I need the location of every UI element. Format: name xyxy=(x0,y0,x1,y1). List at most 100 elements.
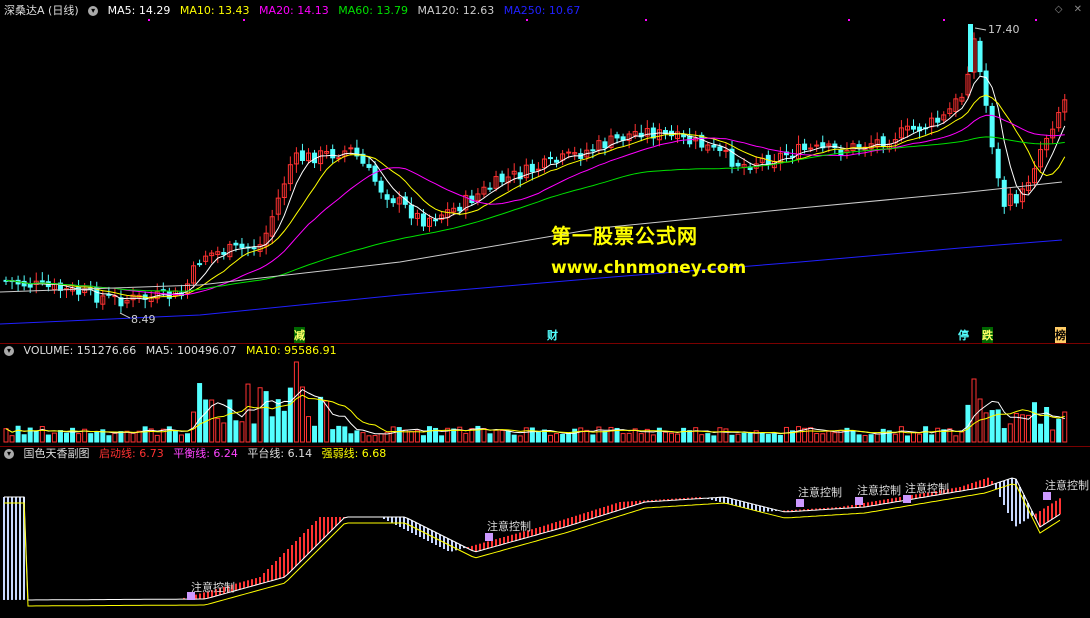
marker-dot xyxy=(848,19,850,21)
volume-bar xyxy=(711,435,717,443)
volume-bar xyxy=(463,432,469,443)
volume-bar xyxy=(874,433,880,443)
volume-bar xyxy=(94,431,100,443)
volume-bar xyxy=(856,434,862,443)
volume-bar xyxy=(529,427,535,443)
volume-bar xyxy=(342,426,348,443)
volume-bar xyxy=(662,431,668,443)
candle-body xyxy=(548,157,553,160)
volume-bar xyxy=(21,434,27,443)
volume-bar xyxy=(3,428,9,443)
event-tag-cai[interactable]: 财 xyxy=(547,327,558,343)
note-5: 注意控制 xyxy=(905,482,949,495)
event-tag-die[interactable]: 跌 xyxy=(982,327,993,343)
volume-bar xyxy=(505,430,511,443)
volume-bar xyxy=(566,433,572,443)
volume-bar xyxy=(251,423,257,443)
volume-bar xyxy=(88,433,94,443)
volume-bar xyxy=(64,432,69,443)
control-marker xyxy=(485,533,493,541)
volume-bar xyxy=(287,387,293,443)
candle-body xyxy=(239,243,245,248)
strong-line xyxy=(4,483,1061,607)
candle-body xyxy=(723,149,729,152)
volume-bar xyxy=(523,427,529,443)
ma120-line xyxy=(0,181,1063,293)
volume-bar xyxy=(336,425,342,443)
volume-bar xyxy=(693,427,699,443)
volume-ma5-line xyxy=(5,388,1065,435)
volume-bar xyxy=(626,432,632,443)
candle-body xyxy=(197,263,203,266)
price-chart[interactable] xyxy=(0,0,1090,343)
volume-bar xyxy=(917,433,923,443)
indicator-chart[interactable] xyxy=(0,447,1090,618)
volume-bar xyxy=(427,426,432,443)
volume-bar xyxy=(675,433,681,443)
candle-body xyxy=(299,150,305,161)
volume-bar xyxy=(808,427,814,443)
candle-body xyxy=(366,164,372,168)
volume-bar xyxy=(1001,428,1007,443)
volume-bar xyxy=(1050,429,1056,443)
ma250-line xyxy=(0,239,1063,325)
note-2: 注意控制 xyxy=(487,520,531,533)
candle-body xyxy=(348,147,354,150)
spike-candle xyxy=(968,24,973,72)
candle-body xyxy=(983,70,989,106)
volume-bar xyxy=(142,426,148,443)
volume-bar xyxy=(76,433,82,443)
price-pane[interactable]: 深桑达A (日线) ▾ MA5: 14.29 MA10: 13.43 MA20:… xyxy=(0,0,1090,343)
volume-bar xyxy=(281,410,287,443)
volume-bar xyxy=(765,433,771,443)
volume-chart[interactable] xyxy=(0,344,1090,446)
volume-bar xyxy=(9,435,15,443)
volume-bar xyxy=(257,387,263,443)
volume-bar xyxy=(656,427,662,443)
volume-bar xyxy=(535,430,541,443)
candle-body xyxy=(457,206,463,212)
indicator-pane[interactable]: ▾ 国色天香副图 启动线: 6.73 平衡线: 6.24 平台线: 6.14 强… xyxy=(0,447,1090,618)
candle-body xyxy=(1001,179,1007,207)
volume-bar xyxy=(15,425,21,443)
volume-bar xyxy=(499,430,505,443)
candle-body xyxy=(378,180,384,193)
volume-bar xyxy=(378,433,384,443)
marker-dot xyxy=(148,19,150,21)
volume-pane[interactable]: ▾ VOLUME: 151276.66 MA5: 100496.07 MA10:… xyxy=(0,344,1090,446)
candle-body xyxy=(499,173,505,183)
candle-body xyxy=(27,283,33,288)
watermark-title: 第一股票公式网 xyxy=(551,224,698,248)
volume-bar xyxy=(517,435,523,443)
volume-bar xyxy=(953,435,959,443)
candle-body xyxy=(554,159,560,163)
volume-bar xyxy=(717,427,723,443)
event-tag-jian[interactable]: 减 xyxy=(294,327,305,343)
volume-bar xyxy=(560,433,566,443)
volume-bar xyxy=(1038,423,1044,443)
volume-bar xyxy=(360,432,366,443)
candle-body xyxy=(221,252,227,255)
volume-bar xyxy=(420,435,426,443)
event-tag-bang[interactable]: 榜 xyxy=(1055,327,1066,343)
volume-bar xyxy=(699,434,705,443)
note-1: 注意控制 xyxy=(191,581,235,594)
candle-body xyxy=(802,143,808,151)
volume-bar xyxy=(1032,402,1037,443)
volume-bar xyxy=(481,428,487,443)
marker-dot xyxy=(243,19,245,21)
candle-body xyxy=(433,219,439,222)
candle-body xyxy=(856,144,862,149)
volume-bar xyxy=(330,429,336,443)
volume-bar xyxy=(306,416,311,443)
volume-bar xyxy=(312,425,318,443)
volume-bar xyxy=(493,429,499,443)
event-tag-ting[interactable]: 停 xyxy=(958,327,969,343)
volume-bar xyxy=(783,426,789,443)
high-pointer xyxy=(974,27,987,31)
volume-bar xyxy=(1056,418,1062,443)
high-price-label: 17.40 xyxy=(988,23,1020,36)
volume-bar xyxy=(735,433,741,443)
volume-bar xyxy=(898,426,904,443)
candle-body xyxy=(535,168,541,171)
